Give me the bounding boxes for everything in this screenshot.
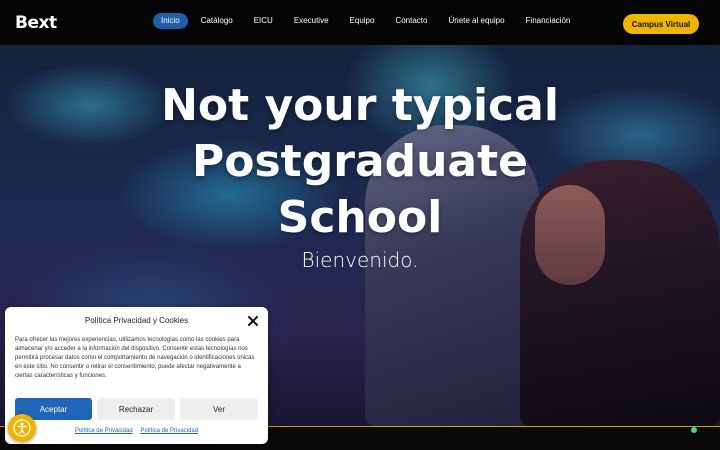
cookie-dialog-title: Política Privacidad y Cookies — [84, 316, 189, 325]
site-logo[interactable]: Bext — [15, 13, 57, 33]
site-header: Bext Inicio Catálogo EICU Executive Equi… — [0, 0, 720, 45]
nav-item-unete[interactable]: Únete al equipo — [440, 13, 512, 29]
nav-item-equipo[interactable]: Equipo — [342, 13, 383, 29]
hero-title: Not your typical Postgraduate School — [0, 78, 720, 246]
nav-item-executive[interactable]: Executive — [286, 13, 337, 29]
view-preferences-button[interactable]: Ver — [180, 398, 258, 420]
status-dot — [691, 427, 697, 433]
main-nav: Inicio Catálogo EICU Executive Equipo Co… — [153, 12, 583, 29]
nav-item-contacto[interactable]: Contacto — [387, 13, 435, 29]
cookie-links: Política de Privacidad Política de Priva… — [5, 428, 268, 434]
hero-subtitle: Bienvenido. — [301, 248, 419, 272]
nav-item-inicio[interactable]: Inicio — [153, 12, 188, 29]
cookie-dialog-body: Para ofrecer las mejores experiencias, u… — [15, 337, 255, 379]
accessibility-icon[interactable] — [8, 414, 36, 442]
cookie-consent-dialog: Política Privacidad y Cookies Para ofrec… — [5, 307, 268, 444]
reject-button[interactable]: Rechazar — [97, 398, 175, 420]
nav-item-financiacion[interactable]: Financiación — [518, 13, 579, 29]
close-icon[interactable] — [246, 314, 260, 328]
privacy-policy-link[interactable]: Política de Privacidad — [75, 428, 133, 434]
hero-title-line: Not your typical Postgraduate — [161, 80, 559, 187]
privacy-policy-link[interactable]: Política de Privacidad — [140, 428, 198, 434]
nav-item-eicu[interactable]: EICU — [246, 13, 281, 29]
campus-virtual-button[interactable]: Campus Virtual — [623, 14, 699, 34]
nav-item-catalogo[interactable]: Catálogo — [193, 13, 241, 29]
hero-title-line: School — [277, 192, 443, 243]
